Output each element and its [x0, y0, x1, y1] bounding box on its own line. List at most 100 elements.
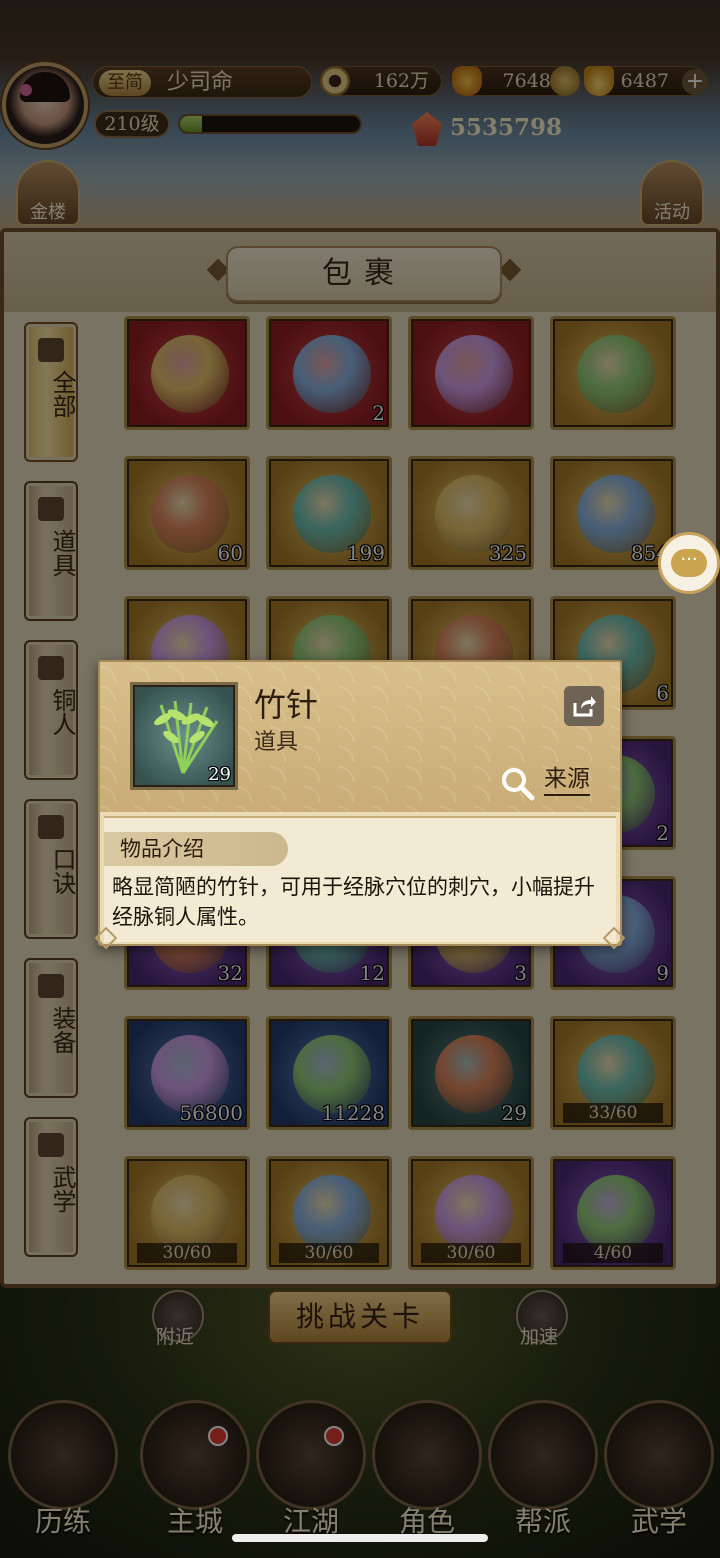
combat-power-value: 5535798	[450, 114, 563, 141]
bag-item-slot[interactable]: 30/60	[124, 1156, 250, 1270]
item-icon	[577, 1035, 655, 1113]
item-count: 2	[656, 821, 669, 845]
golden-tower-label: 金楼	[30, 202, 66, 223]
fragment-progress: 33/60	[563, 1103, 663, 1123]
tab-1[interactable]: 道具	[24, 481, 78, 621]
fragment-progress: 30/60	[279, 1243, 379, 1263]
tooltip-item-count: 29	[208, 764, 231, 785]
title-ornament-right	[498, 258, 522, 282]
bag-item-slot[interactable]: 60	[124, 456, 250, 570]
player-name-bar: 至简 少司命	[92, 66, 312, 98]
notification-dot	[208, 1426, 228, 1446]
chat-icon: ···	[671, 549, 707, 577]
gold-ingot-icon	[584, 66, 614, 96]
item-count: 32	[217, 961, 243, 985]
tab-0[interactable]: 全部	[24, 322, 78, 462]
item-icon	[151, 1175, 229, 1253]
item-tooltip: 29 竹针 道具 来源 物品介绍 略显简陋的竹针，可用于经脉穴位的刺穴，小幅提升…	[94, 660, 626, 950]
bag-item-slot[interactable]: 56800	[124, 1016, 250, 1130]
add-gold-icon[interactable]: +	[682, 69, 708, 95]
tab-label: 武学	[48, 1165, 76, 1213]
item-icon	[577, 1175, 655, 1253]
nav-label: 武学	[630, 1505, 687, 1538]
avatar-flower	[20, 84, 32, 96]
item-count: 2	[372, 401, 385, 425]
bag-item-slot[interactable]	[408, 316, 534, 430]
activity-button[interactable]: 活动	[640, 160, 704, 226]
search-icon[interactable]	[500, 766, 536, 802]
nav-item-5[interactable]	[604, 1400, 714, 1510]
bag-item-slot[interactable]: 33/60	[550, 1016, 676, 1130]
item-intro-tag: 物品介绍	[104, 832, 288, 866]
tooltip-item-type: 道具	[254, 730, 299, 755]
tab-label: 装备	[48, 1006, 76, 1054]
bag-title: 包裹	[226, 246, 502, 302]
challenge-stage-button[interactable]: 挑战关卡	[268, 1290, 452, 1344]
bag-item-slot[interactable]	[124, 316, 250, 430]
fragment-progress: 30/60	[137, 1243, 237, 1263]
bag-item-slot[interactable]: 30/60	[408, 1156, 534, 1270]
nav-item-2[interactable]	[256, 1400, 366, 1510]
tab-category-icon	[38, 974, 64, 998]
tab-5[interactable]: 武学	[24, 1117, 78, 1257]
vip-tag: 至简	[99, 70, 151, 96]
tab-label: 全部	[48, 370, 76, 418]
tab-label: 道具	[48, 529, 76, 577]
tooltip-item-name: 竹针	[254, 686, 319, 724]
bag-item-slot[interactable]	[550, 316, 676, 430]
item-icon	[435, 1175, 513, 1253]
tooltip-body: 物品介绍 略显简陋的竹针，可用于经脉穴位的刺穴，小幅提升经脉铜人属性。	[104, 816, 616, 942]
exp-bar	[178, 114, 362, 134]
item-icon	[435, 335, 513, 413]
tab-label: 口诀	[48, 847, 76, 895]
notification-dot	[324, 1426, 344, 1446]
exp-bar-fill	[180, 116, 202, 132]
source-link[interactable]: 来源	[544, 764, 590, 796]
player-level: 210级	[94, 110, 170, 138]
fragment-progress: 30/60	[421, 1243, 521, 1263]
item-count: 325	[488, 541, 527, 565]
nav-item-3[interactable]	[372, 1400, 482, 1510]
item-icon	[293, 335, 371, 413]
yuanbao-stack-icon	[550, 66, 580, 96]
golden-tower-button[interactable]: 金楼	[16, 160, 80, 226]
nearby-label: 附近	[156, 1326, 195, 1348]
item-icon	[151, 335, 229, 413]
item-count: 29	[501, 1101, 527, 1125]
item-count: 6	[656, 681, 669, 705]
bag-item-slot[interactable]: 30/60	[266, 1156, 392, 1270]
bag-item-slot[interactable]: 29	[408, 1016, 534, 1130]
bag-panel-header: 包裹	[4, 232, 716, 312]
bag-item-slot[interactable]: 199	[266, 456, 392, 570]
item-count: 56800	[179, 1101, 243, 1125]
bag-item-slot[interactable]: 325	[408, 456, 534, 570]
item-count: 199	[346, 541, 385, 565]
tab-category-icon	[38, 656, 64, 680]
item-count: 11228	[321, 1101, 385, 1125]
nav-item-1[interactable]	[140, 1400, 250, 1510]
tab-category-icon	[38, 338, 64, 362]
bag-item-slot[interactable]: 854	[550, 456, 676, 570]
player-avatar[interactable]	[2, 62, 88, 148]
bamboo-needle-item-icon: 29	[130, 682, 238, 790]
bag-item-slot[interactable]: 2	[266, 316, 392, 430]
chat-button[interactable]: ···	[658, 532, 720, 594]
item-count: 9	[656, 961, 669, 985]
fragment-progress: 4/60	[563, 1243, 663, 1263]
tab-2[interactable]: 铜人	[24, 640, 78, 780]
bag-item-slot[interactable]: 11228	[266, 1016, 392, 1130]
tab-3[interactable]: 口诀	[24, 799, 78, 939]
tab-label: 铜人	[48, 688, 76, 736]
share-button[interactable]	[564, 686, 604, 726]
home-indicator[interactable]	[232, 1534, 488, 1542]
bag-item-slot[interactable]: 4/60	[550, 1156, 676, 1270]
activity-label: 活动	[654, 202, 690, 223]
tab-4[interactable]: 装备	[24, 958, 78, 1098]
tab-category-icon	[38, 1133, 64, 1157]
speedup-label: 加速	[520, 1326, 559, 1348]
nav-item-0[interactable]	[8, 1400, 118, 1510]
item-description: 略显简陋的竹针，可用于经脉穴位的刺穴，小幅提升经脉铜人属性。	[112, 875, 595, 929]
item-icon	[577, 335, 655, 413]
item-count: 12	[359, 961, 385, 985]
nav-item-4[interactable]	[488, 1400, 598, 1510]
